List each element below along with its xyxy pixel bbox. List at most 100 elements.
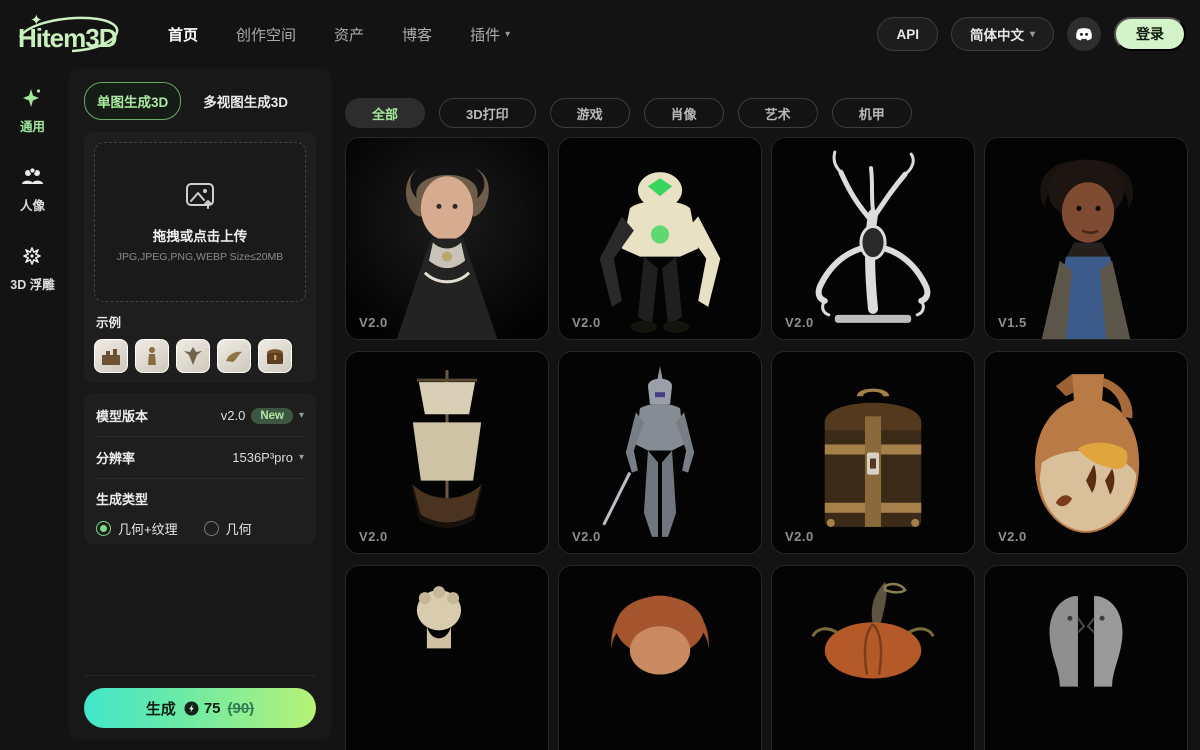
gallery-card-tree-creature[interactable]: V2.0 (771, 137, 975, 340)
hitem3d-logo[interactable]: ✦ Hitem3D (12, 9, 124, 59)
generation-tabs: 单图生成3D 多视图生成3D (84, 82, 316, 120)
model-preview (772, 352, 974, 553)
example-thumb-warrior[interactable] (135, 339, 169, 373)
language-selector[interactable]: 简体中文 ▾ (951, 17, 1054, 51)
nav-item-home[interactable]: 首页 (168, 24, 198, 45)
discord-button[interactable] (1067, 17, 1101, 51)
model-gallery: V2.0 V2.0 (345, 137, 1188, 750)
language-label: 简体中文 (970, 24, 1024, 44)
generate-button[interactable]: 生成 75 (90) (84, 688, 316, 728)
chevron-down-icon: ▾ (299, 452, 304, 463)
resolution-value: 1536P³pro ▾ (232, 450, 304, 465)
gallery-card-treasure-chest[interactable]: V2.0 (771, 351, 975, 554)
radio-unselected-icon (204, 521, 219, 536)
gallery-card-armored-knight[interactable]: V2.0 (558, 351, 762, 554)
people-icon (20, 165, 46, 189)
generate-label: 生成 (146, 698, 176, 719)
model-preview (985, 138, 1187, 339)
radio-label: 几何+纹理 (118, 519, 178, 538)
model-preview (346, 352, 548, 553)
api-button[interactable]: API (877, 17, 938, 51)
model-preview (559, 138, 761, 339)
tab-single-image-to-3d[interactable]: 单图生成3D (84, 82, 181, 120)
gallery-card-sailing-ship[interactable]: V2.0 (345, 351, 549, 554)
tab-multiview-to-3d[interactable]: 多视图生成3D (191, 83, 300, 119)
chevron-down-icon: ▾ (1030, 29, 1035, 40)
nav-item-assets[interactable]: 资产 (334, 24, 364, 45)
gallery-card-twin-faces[interactable] (984, 565, 1188, 750)
resolution-label: 分辨率 (96, 448, 135, 467)
filter-3d-print[interactable]: 3D打印 (439, 98, 536, 128)
radio-geometry-texture[interactable]: 几何+纹理 (96, 519, 178, 538)
example-thumb-dragon[interactable] (217, 339, 251, 373)
left-rail: 通用 人像 3D 浮雕 (0, 68, 65, 750)
filter-mecha[interactable]: 机甲 (832, 98, 912, 128)
rail-label: 通用 (20, 116, 45, 135)
model-preview (772, 566, 974, 750)
main-content: Hitem3D blender Hitem3D For Blender plug… (332, 68, 1200, 750)
gallery-card-woman-portrait[interactable]: V1.5 (984, 137, 1188, 340)
radio-selected-icon (96, 521, 111, 536)
header-right: API 简体中文 ▾ 登录 (877, 17, 1186, 51)
rail-item-3d-relief[interactable]: 3D 浮雕 (10, 244, 54, 293)
gallery-card-victorian-woman-bust[interactable]: V2.0 (345, 137, 549, 340)
main-nav: 首页 创作空间 资产 博客 插件 ▾ (168, 24, 510, 45)
filter-art[interactable]: 艺术 (738, 98, 818, 128)
login-button[interactable]: 登录 (1114, 17, 1186, 51)
version-label: V2.0 (785, 529, 814, 544)
gallery-card-ancient-jug[interactable]: V2.0 (984, 351, 1188, 554)
sparkle-icon (20, 86, 44, 110)
generate-cost: 75 (204, 700, 221, 717)
rail-item-portrait[interactable]: 人像 (20, 165, 46, 214)
version-label: V1.5 (998, 315, 1027, 330)
relief-gear-icon (20, 244, 44, 268)
radio-geometry-only[interactable]: 几何 (204, 519, 252, 538)
gallery-card-mech-robot[interactable]: V2.0 (558, 137, 762, 340)
rail-label: 人像 (20, 195, 45, 214)
resolution-text: 1536P³pro (232, 450, 293, 465)
rail-item-general[interactable]: 通用 (20, 86, 45, 135)
filter-game[interactable]: 游戏 (550, 98, 630, 128)
chevron-down-icon: ▾ (505, 29, 510, 40)
logo-text: Hitem3D (18, 23, 116, 54)
model-preview (559, 352, 761, 553)
model-version-text: v2.0 (221, 408, 246, 423)
radio-label: 几何 (226, 519, 252, 538)
new-badge: New (251, 408, 293, 424)
filter-all[interactable]: 全部 (345, 98, 425, 128)
example-thumbnails (94, 339, 306, 373)
model-preview (772, 138, 974, 339)
upload-dropzone[interactable]: 拖拽或点击上传 JPG,JPEG,PNG,WEBP Size≤20MB (94, 142, 306, 302)
nav-item-plugins[interactable]: 插件 ▾ (470, 24, 510, 45)
version-label: V2.0 (785, 315, 814, 330)
nav-item-workspace[interactable]: 创作空间 (236, 24, 296, 45)
model-version-row[interactable]: 模型版本 v2.0 New ▾ (94, 395, 306, 436)
upload-hint: JPG,JPEG,PNG,WEBP Size≤20MB (117, 251, 284, 263)
chevron-down-icon: ▾ (299, 410, 304, 421)
version-label: V2.0 (359, 529, 388, 544)
filter-portrait[interactable]: 肖像 (644, 98, 724, 128)
example-thumb-gargoyle[interactable] (176, 339, 210, 373)
resolution-row[interactable]: 分辨率 1536P³pro ▾ (94, 436, 306, 478)
nav-item-blog[interactable]: 博客 (402, 24, 432, 45)
gallery-card-marble-bust[interactable] (345, 565, 549, 750)
gallery-card-pumpkin[interactable] (771, 565, 975, 750)
gallery-card-redhead-portrait[interactable] (558, 565, 762, 750)
version-label: V2.0 (359, 315, 388, 330)
generation-type-group: 生成类型 几何+纹理 几何 (94, 478, 306, 542)
settings-section: 模型版本 v2.0 New ▾ 分辨率 1536P³pro ▾ 生成类型 (84, 393, 316, 544)
version-label: V2.0 (998, 529, 1027, 544)
generate-area: 生成 75 (90) (84, 675, 316, 728)
example-thumb-castle[interactable] (94, 339, 128, 373)
version-label: V2.0 (572, 529, 601, 544)
generation-panel: 单图生成3D 多视图生成3D 拖拽或点击上传 JPG,JPEG,PNG,WEBP… (68, 68, 332, 740)
example-thumb-chest[interactable] (258, 339, 292, 373)
header: ✦ Hitem3D 首页 创作空间 资产 博客 插件 ▾ API 简体中文 ▾ … (0, 0, 1200, 68)
upload-title: 拖拽或点击上传 (153, 225, 248, 245)
discord-icon (1075, 27, 1093, 41)
examples-label: 示例 (96, 312, 306, 331)
model-preview (985, 566, 1187, 750)
nav-item-plugins-label: 插件 (470, 24, 500, 45)
image-upload-icon (183, 181, 217, 211)
category-filters: 全部 3D打印 游戏 肖像 艺术 机甲 (345, 98, 1188, 128)
